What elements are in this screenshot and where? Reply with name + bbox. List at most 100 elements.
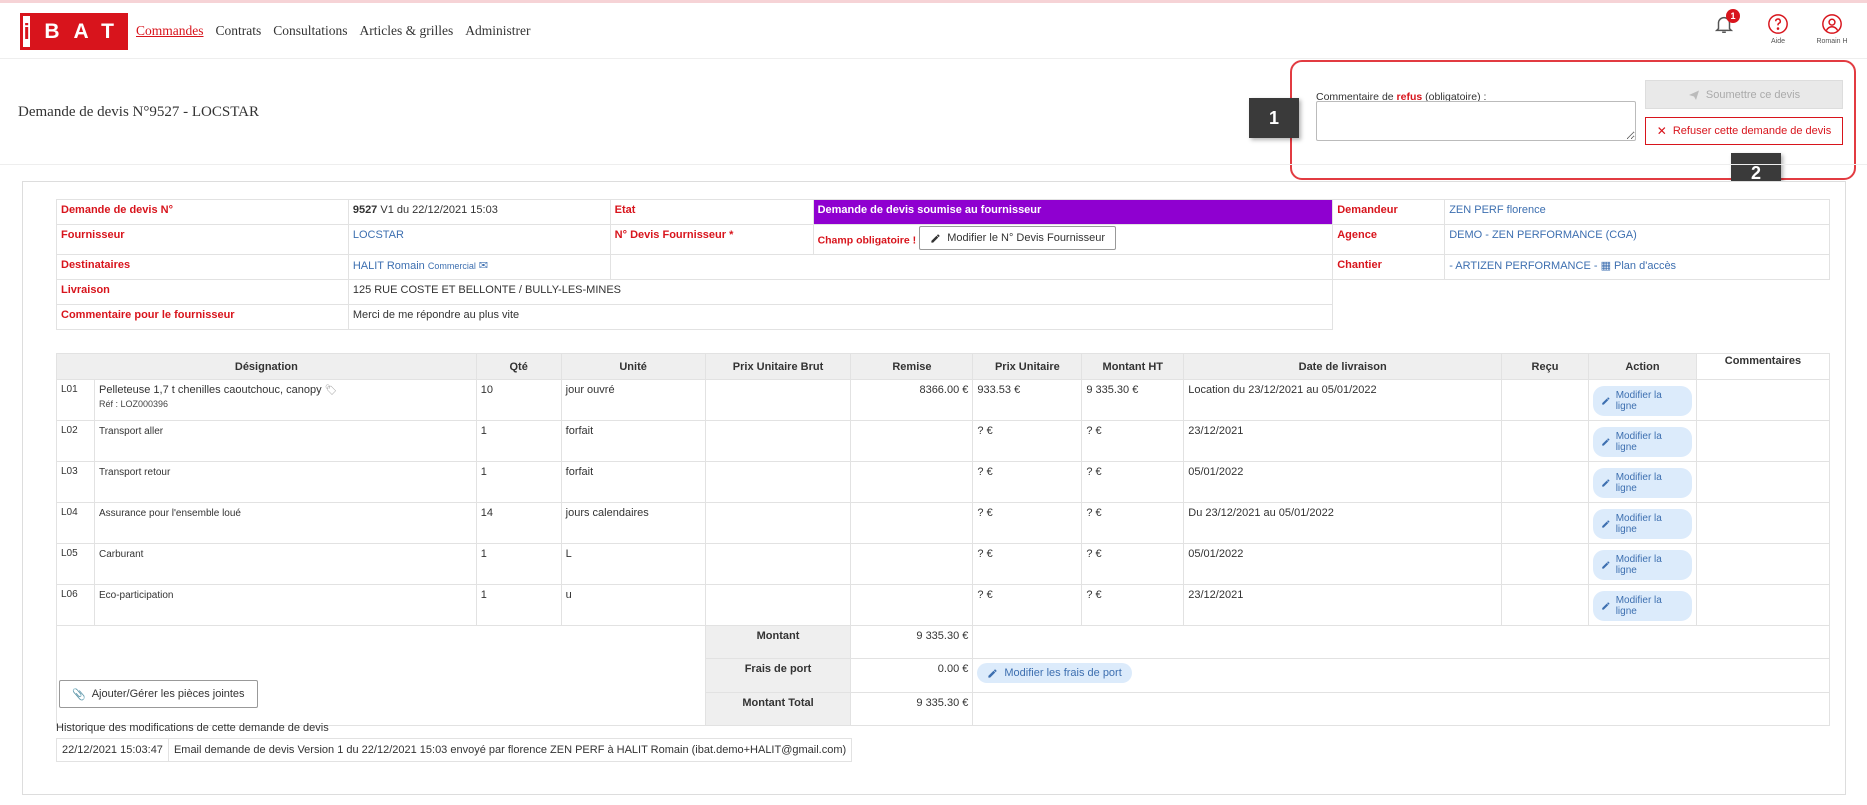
edit-line-button[interactable]: Modifier la ligne <box>1592 427 1692 457</box>
plan-acces-link[interactable]: Plan d'accès <box>1614 260 1676 272</box>
line-designation: Carburant <box>93 543 477 585</box>
history-date: 22/12/2021 15:03:47 <box>56 738 169 762</box>
line-prix-brut <box>704 461 852 503</box>
notifications-badge: 1 <box>1726 9 1740 23</box>
line-montant-ht: 9 335.30 € <box>1081 379 1185 421</box>
envelope-icon[interactable]: ✉ <box>479 260 488 272</box>
line-prix-unitaire: 933.53 € <box>972 379 1083 421</box>
user-menu-button[interactable]: Romain H <box>1815 13 1849 45</box>
pencil-icon <box>1602 438 1610 446</box>
line-montant-ht: ? € <box>1081 584 1185 626</box>
logo-text: BAT <box>44 19 128 43</box>
line-prix-brut <box>704 379 852 421</box>
help-button[interactable]: Aide <box>1761 13 1795 45</box>
refusal-comment-input[interactable] <box>1316 101 1636 141</box>
line-id: L03 <box>56 461 95 503</box>
line-remise <box>850 420 974 462</box>
line-prix-brut <box>704 502 852 544</box>
line-prix-unitaire: ? € <box>972 420 1083 462</box>
frais-value: 0.00 € <box>850 658 974 693</box>
line-qte: 14 <box>475 502 562 544</box>
refuse-request-button[interactable]: ✕ Refuser cette demande de devis <box>1645 117 1843 145</box>
history-row: 22/12/2021 15:03:47 Email demande de dev… <box>56 738 853 762</box>
line-date: 23/12/2021 <box>1183 584 1503 626</box>
chantier-link[interactable]: - ARTIZEN PERFORMANCE - <box>1449 260 1597 272</box>
line-qte: 1 <box>475 420 562 462</box>
col-remise: Remise <box>850 353 974 380</box>
line-id: L04 <box>56 502 95 544</box>
edit-line-button[interactable]: Modifier la ligne <box>1592 509 1692 539</box>
destinataire-link[interactable]: HALIT Romain <box>353 260 425 272</box>
pencil-icon <box>988 668 998 678</box>
paper-plane-icon <box>1688 90 1699 100</box>
nav-administrer[interactable]: Administrer <box>465 23 530 39</box>
edit-line-button[interactable]: Modifier la ligne <box>1592 591 1692 621</box>
line-unite: u <box>560 584 706 626</box>
commentaire-label: Commentaire pour le fournisseur <box>56 304 349 330</box>
line-id: L05 <box>56 543 95 585</box>
ibat-logo[interactable]: i BAT <box>20 13 128 50</box>
line-action: Modifier la ligne <box>1587 461 1697 503</box>
line-commentaires <box>1695 543 1831 585</box>
edit-supplier-quote-number-button[interactable]: Modifier le N° Devis Fournisseur <box>919 226 1117 250</box>
line-remise: 8366.00 € <box>850 379 974 421</box>
commentaire-value: Merci de me répondre au plus vite <box>347 304 1334 330</box>
frais-label: Frais de port <box>704 658 852 693</box>
line-commentaires <box>1695 379 1831 421</box>
nav-contrats[interactable]: Contrats <box>216 23 262 39</box>
line-commentaires <box>1695 420 1831 462</box>
agence-link[interactable]: DEMO - ZEN PERFORMANCE (CGA) <box>1444 224 1830 255</box>
user-label: Romain H <box>1816 38 1848 45</box>
line-commentaires <box>1695 584 1831 626</box>
history-table: 22/12/2021 15:03:47 Email demande de dev… <box>56 738 853 762</box>
destinataires-label: Destinataires <box>56 254 349 280</box>
line-recu <box>1501 502 1589 544</box>
col-montant-ht: Montant HT <box>1081 353 1185 380</box>
col-commentaires: Commentaires <box>1695 353 1831 380</box>
livraison-value: 125 RUE COSTE ET BELLONTE / BULLY-LES-MI… <box>347 279 1334 305</box>
line-unite: forfait <box>560 420 706 462</box>
attachments-button[interactable]: 📎 Ajouter/Gérer les pièces jointes <box>59 680 258 708</box>
nav-consultations[interactable]: Consultations <box>273 23 347 39</box>
line-date: Du 23/12/2021 au 05/01/2022 <box>1183 502 1503 544</box>
pencil-icon <box>1602 397 1610 405</box>
line-recu <box>1501 584 1589 626</box>
pencil-icon <box>1602 561 1610 569</box>
title-divider <box>0 164 1867 165</box>
empty-cell <box>610 254 1333 280</box>
total-label: Montant Total <box>704 692 852 726</box>
line-unite: jours calendaires <box>560 502 706 544</box>
edit-line-button[interactable]: Modifier la ligne <box>1592 550 1692 580</box>
line-prix-brut <box>704 584 852 626</box>
demande-value: 9527 V1 du 22/12/2021 15:03 <box>347 199 611 225</box>
line-commentaires <box>1695 502 1831 544</box>
edit-line-button[interactable]: Modifier la ligne <box>1592 386 1692 416</box>
nav-articles-grilles[interactable]: Articles & grilles <box>360 23 454 39</box>
edit-shipping-button[interactable]: Modifier les frais de port <box>977 663 1132 683</box>
line-prix-unitaire: ? € <box>972 543 1083 585</box>
line-qte: 1 <box>475 543 562 585</box>
pencil-icon <box>1602 479 1610 487</box>
line-qte: 10 <box>475 379 562 421</box>
line-ref: Réf : LOZ000396 <box>98 399 169 409</box>
line-designation: Assurance pour l'ensemble loué <box>93 502 477 544</box>
col-unite: Unité <box>560 353 706 380</box>
request-info-table: Demande de devis N° 9527 V1 du 22/12/202… <box>56 199 1830 330</box>
fournisseur-link[interactable]: LOCSTAR <box>347 224 611 255</box>
line-qte: 1 <box>475 461 562 503</box>
demandeur-link[interactable]: ZEN PERF florence <box>1444 199 1830 225</box>
nav-commandes[interactable]: Commandes <box>136 23 204 39</box>
user-icon <box>1822 14 1842 34</box>
line-action: Modifier la ligne <box>1587 502 1697 544</box>
line-prix-brut <box>704 420 852 462</box>
edit-line-button[interactable]: Modifier la ligne <box>1592 468 1692 498</box>
line-prix-unitaire: ? € <box>972 584 1083 626</box>
table-row: L02 Transport aller 1 forfait? €? €23/12/20… <box>56 420 1831 462</box>
quote-card: Demande de devis N° 9527 V1 du 22/12/202… <box>22 181 1846 795</box>
demande-label: Demande de devis N° <box>56 199 349 225</box>
submit-quote-button[interactable]: Soumettre ce devis <box>1645 80 1843 109</box>
notifications-button[interactable]: 1 <box>1707 9 1741 45</box>
line-recu <box>1501 461 1589 503</box>
line-remise <box>850 584 974 626</box>
app-header: i BAT Commandes Contrats Consultations A… <box>0 3 1867 59</box>
